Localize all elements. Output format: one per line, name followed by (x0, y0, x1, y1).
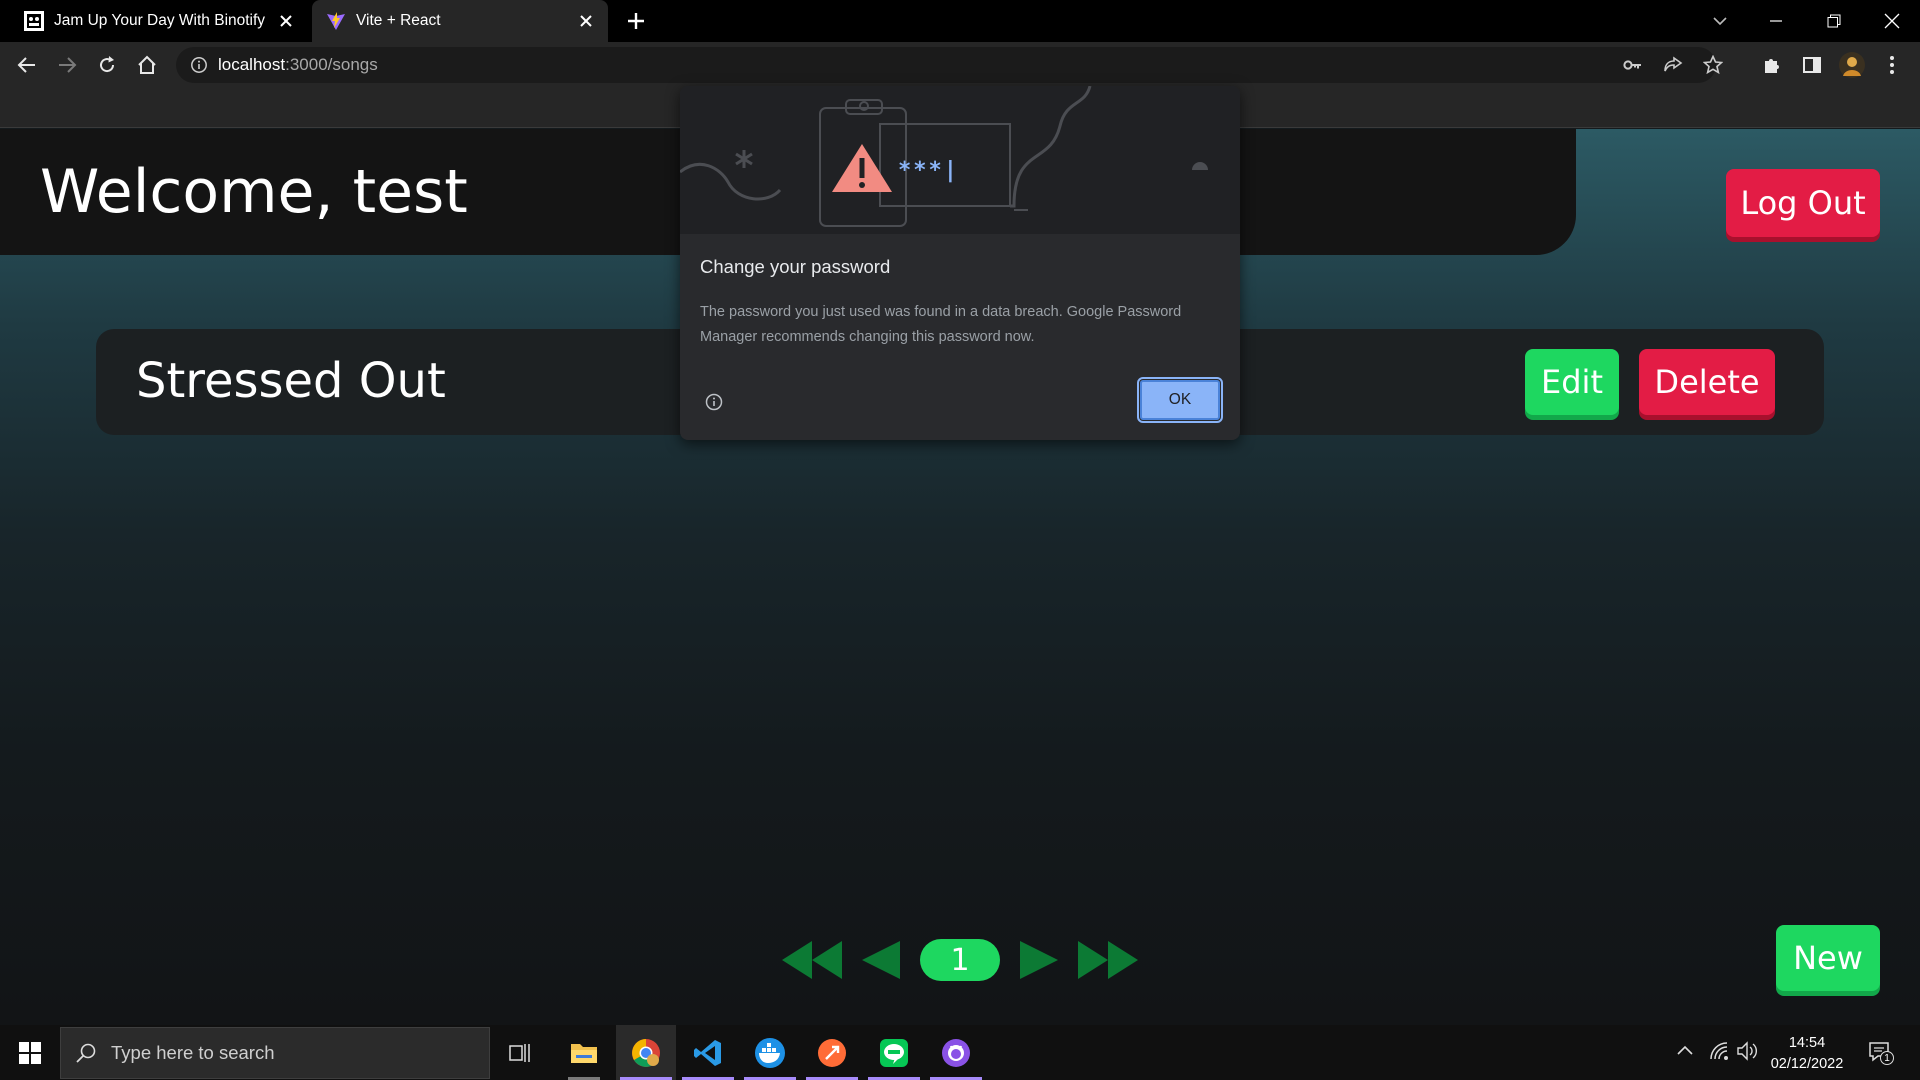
new-song-button[interactable]: New (1776, 925, 1880, 991)
search-icon (75, 1042, 97, 1064)
bookmark-star-icon[interactable] (1703, 55, 1723, 75)
system-clock[interactable]: 14:54 02/12/2022 (1750, 1033, 1864, 1075)
task-view-icon[interactable] (490, 1025, 550, 1080)
tab-close-icon[interactable] (276, 11, 296, 31)
last-page-icon[interactable] (1078, 939, 1140, 981)
delete-song-button[interactable]: Delete (1639, 349, 1775, 415)
new-tab-icon[interactable] (620, 10, 652, 32)
clock-date: 02/12/2022 (1770, 1056, 1844, 1072)
binotify-favicon-icon (24, 11, 44, 31)
masked-password-text: ***| (898, 158, 959, 183)
pagination: 1 (780, 937, 1140, 983)
password-key-icon[interactable] (1623, 56, 1643, 74)
back-icon[interactable] (11, 49, 43, 81)
previous-page-icon[interactable] (860, 939, 902, 981)
password-breach-dialog: ***| Change your password The password y… (680, 86, 1240, 440)
chrome-icon[interactable] (616, 1025, 676, 1080)
show-hidden-icons-chevron-icon[interactable] (1676, 1043, 1694, 1057)
edit-song-button[interactable]: Edit (1525, 349, 1619, 415)
share-icon[interactable] (1663, 55, 1683, 75)
home-icon[interactable] (131, 49, 163, 81)
vite-favicon-icon (326, 11, 346, 31)
profile-avatar[interactable] (1836, 49, 1868, 81)
postman-icon[interactable] (802, 1025, 862, 1080)
url-text: localhost:3000/songs (218, 55, 378, 75)
current-page-indicator: 1 (920, 939, 1000, 981)
site-info-icon[interactable] (190, 56, 208, 74)
tab-binotify[interactable]: Jam Up Your Day With Binotify (0, 0, 308, 42)
network-icon[interactable] (1708, 1041, 1730, 1061)
tab-title: Vite + React (356, 12, 441, 29)
tab-vite-react[interactable]: Vite + React (312, 0, 608, 42)
tab-close-icon[interactable] (576, 11, 596, 31)
browser-toolbar: localhost:3000/songs (0, 42, 1920, 88)
warning-triangle-icon (832, 144, 892, 192)
info-icon[interactable] (704, 392, 724, 412)
clock-time: 14:54 (1788, 1035, 1826, 1051)
first-page-icon[interactable] (780, 939, 842, 981)
github-desktop-icon[interactable] (926, 1025, 986, 1080)
line-messenger-icon[interactable] (864, 1025, 924, 1080)
song-title: Stressed Out (136, 353, 446, 409)
browser-tab-strip: Jam Up Your Day With Binotify Vite + Rea… (0, 0, 1920, 42)
extensions-puzzle-icon[interactable] (1756, 49, 1788, 81)
url-host: localhost (218, 55, 286, 74)
password-field-graphic: ***| (890, 152, 984, 184)
docker-icon[interactable] (740, 1025, 800, 1080)
tab-search-chevron-icon[interactable] (1692, 0, 1748, 42)
browser-menu-icon[interactable] (1876, 49, 1908, 81)
tab-title: Jam Up Your Day With Binotify (54, 12, 266, 29)
windows-taskbar: Type here to search 14:54 02/12/2022 1 (0, 1025, 1920, 1080)
windows-start-icon[interactable] (0, 1025, 60, 1080)
vscode-icon[interactable] (678, 1025, 738, 1080)
page-title: Welcome, test (40, 157, 468, 227)
close-window-icon[interactable] (1864, 0, 1920, 42)
notifications-icon[interactable]: 1 (1868, 1041, 1894, 1065)
log-out-button[interactable]: Log Out (1726, 169, 1880, 237)
restore-icon[interactable] (1806, 0, 1862, 42)
url-path: :3000/songs (285, 55, 378, 74)
minimize-icon[interactable] (1748, 0, 1804, 42)
notification-count-badge: 1 (1880, 1051, 1894, 1065)
search-placeholder: Type here to search (111, 1042, 275, 1063)
dialog-message: The password you just used was found in … (700, 304, 1182, 345)
next-page-icon[interactable] (1018, 939, 1060, 981)
taskbar-search-field[interactable]: Type here to search (60, 1027, 490, 1079)
ok-button[interactable]: OK (1137, 377, 1223, 423)
forward-icon[interactable] (51, 49, 83, 81)
address-bar[interactable]: localhost:3000/songs (176, 47, 1723, 83)
file-explorer-icon[interactable] (554, 1025, 614, 1080)
password-breach-illustration: ***| (680, 86, 1240, 234)
dialog-title: Change your password (700, 256, 891, 277)
side-panel-icon[interactable] (1796, 49, 1828, 81)
reload-icon[interactable] (91, 49, 123, 81)
